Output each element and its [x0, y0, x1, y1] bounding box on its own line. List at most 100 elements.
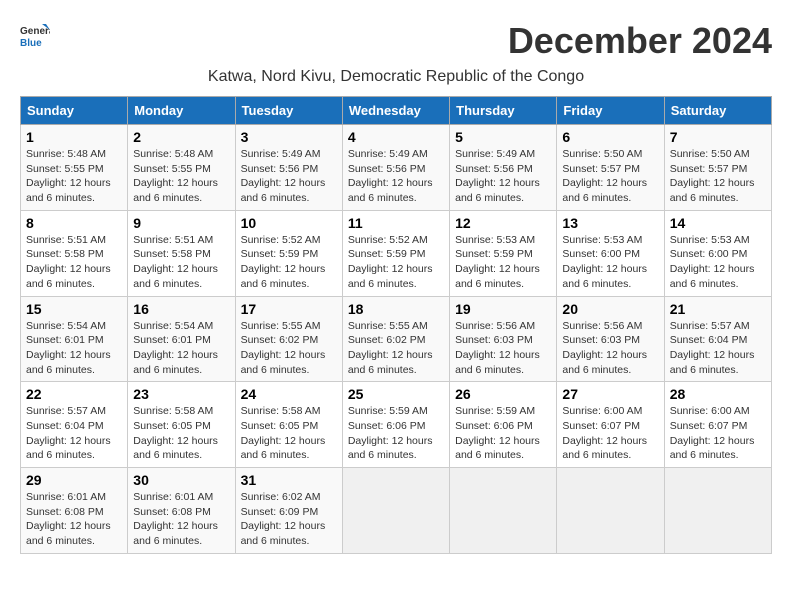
day-number: 19 — [455, 301, 551, 317]
day-detail: Sunrise: 5:50 AMSunset: 5:57 PMDaylight:… — [562, 147, 658, 206]
day-number: 1 — [26, 129, 122, 145]
calendar-cell: 14 Sunrise: 5:53 AMSunset: 6:00 PMDaylig… — [664, 210, 771, 296]
calendar-cell: 13 Sunrise: 5:53 AMSunset: 6:00 PMDaylig… — [557, 210, 664, 296]
day-number: 23 — [133, 386, 229, 402]
calendar-cell — [342, 468, 449, 554]
logo: General Blue — [20, 20, 50, 50]
svg-text:General: General — [20, 26, 50, 37]
day-number: 21 — [670, 301, 766, 317]
calendar-cell: 23 Sunrise: 5:58 AMSunset: 6:05 PMDaylig… — [128, 382, 235, 468]
day-detail: Sunrise: 5:59 AMSunset: 6:06 PMDaylight:… — [455, 404, 551, 463]
day-of-week-header: Saturday — [664, 97, 771, 125]
calendar-cell: 29 Sunrise: 6:01 AMSunset: 6:08 PMDaylig… — [21, 468, 128, 554]
calendar-table: SundayMondayTuesdayWednesdayThursdayFrid… — [20, 96, 772, 554]
day-detail: Sunrise: 5:51 AMSunset: 5:58 PMDaylight:… — [26, 233, 122, 292]
calendar-cell — [450, 468, 557, 554]
day-number: 4 — [348, 129, 444, 145]
day-detail: Sunrise: 6:00 AMSunset: 6:07 PMDaylight:… — [670, 404, 766, 463]
day-detail: Sunrise: 5:49 AMSunset: 5:56 PMDaylight:… — [348, 147, 444, 206]
day-detail: Sunrise: 6:01 AMSunset: 6:08 PMDaylight:… — [26, 490, 122, 549]
day-number: 7 — [670, 129, 766, 145]
day-number: 25 — [348, 386, 444, 402]
location-title: Katwa, Nord Kivu, Democratic Republic of… — [20, 68, 772, 86]
day-number: 15 — [26, 301, 122, 317]
day-detail: Sunrise: 5:53 AMSunset: 5:59 PMDaylight:… — [455, 233, 551, 292]
day-detail: Sunrise: 5:53 AMSunset: 6:00 PMDaylight:… — [562, 233, 658, 292]
day-detail: Sunrise: 5:57 AMSunset: 6:04 PMDaylight:… — [26, 404, 122, 463]
day-of-week-header: Thursday — [450, 97, 557, 125]
calendar-cell: 1 Sunrise: 5:48 AMSunset: 5:55 PMDayligh… — [21, 125, 128, 211]
day-number: 28 — [670, 386, 766, 402]
day-number: 3 — [241, 129, 337, 145]
day-number: 31 — [241, 472, 337, 488]
day-detail: Sunrise: 5:54 AMSunset: 6:01 PMDaylight:… — [26, 319, 122, 378]
calendar-cell: 11 Sunrise: 5:52 AMSunset: 5:59 PMDaylig… — [342, 210, 449, 296]
calendar-cell: 7 Sunrise: 5:50 AMSunset: 5:57 PMDayligh… — [664, 125, 771, 211]
calendar-cell: 4 Sunrise: 5:49 AMSunset: 5:56 PMDayligh… — [342, 125, 449, 211]
day-number: 24 — [241, 386, 337, 402]
month-title: December 2024 — [508, 20, 772, 62]
calendar-cell: 27 Sunrise: 6:00 AMSunset: 6:07 PMDaylig… — [557, 382, 664, 468]
calendar-cell: 12 Sunrise: 5:53 AMSunset: 5:59 PMDaylig… — [450, 210, 557, 296]
day-detail: Sunrise: 5:56 AMSunset: 6:03 PMDaylight:… — [562, 319, 658, 378]
day-of-week-header: Wednesday — [342, 97, 449, 125]
calendar-cell: 6 Sunrise: 5:50 AMSunset: 5:57 PMDayligh… — [557, 125, 664, 211]
day-number: 27 — [562, 386, 658, 402]
day-detail: Sunrise: 6:02 AMSunset: 6:09 PMDaylight:… — [241, 490, 337, 549]
calendar-cell: 25 Sunrise: 5:59 AMSunset: 6:06 PMDaylig… — [342, 382, 449, 468]
calendar-cell — [664, 468, 771, 554]
day-number: 29 — [26, 472, 122, 488]
day-detail: Sunrise: 5:58 AMSunset: 6:05 PMDaylight:… — [133, 404, 229, 463]
day-number: 11 — [348, 215, 444, 231]
svg-text:Blue: Blue — [20, 38, 42, 49]
day-detail: Sunrise: 5:56 AMSunset: 6:03 PMDaylight:… — [455, 319, 551, 378]
day-detail: Sunrise: 5:51 AMSunset: 5:58 PMDaylight:… — [133, 233, 229, 292]
day-number: 13 — [562, 215, 658, 231]
calendar-cell: 17 Sunrise: 5:55 AMSunset: 6:02 PMDaylig… — [235, 296, 342, 382]
day-detail: Sunrise: 5:49 AMSunset: 5:56 PMDaylight:… — [455, 147, 551, 206]
day-of-week-header: Tuesday — [235, 97, 342, 125]
day-detail: Sunrise: 5:50 AMSunset: 5:57 PMDaylight:… — [670, 147, 766, 206]
calendar-cell: 18 Sunrise: 5:55 AMSunset: 6:02 PMDaylig… — [342, 296, 449, 382]
day-number: 16 — [133, 301, 229, 317]
day-number: 8 — [26, 215, 122, 231]
calendar-cell: 16 Sunrise: 5:54 AMSunset: 6:01 PMDaylig… — [128, 296, 235, 382]
calendar-cell: 3 Sunrise: 5:49 AMSunset: 5:56 PMDayligh… — [235, 125, 342, 211]
day-detail: Sunrise: 5:52 AMSunset: 5:59 PMDaylight:… — [241, 233, 337, 292]
day-number: 2 — [133, 129, 229, 145]
calendar-cell: 19 Sunrise: 5:56 AMSunset: 6:03 PMDaylig… — [450, 296, 557, 382]
calendar-cell: 22 Sunrise: 5:57 AMSunset: 6:04 PMDaylig… — [21, 382, 128, 468]
calendar-cell: 26 Sunrise: 5:59 AMSunset: 6:06 PMDaylig… — [450, 382, 557, 468]
day-number: 22 — [26, 386, 122, 402]
day-detail: Sunrise: 5:59 AMSunset: 6:06 PMDaylight:… — [348, 404, 444, 463]
calendar-cell: 15 Sunrise: 5:54 AMSunset: 6:01 PMDaylig… — [21, 296, 128, 382]
day-detail: Sunrise: 5:55 AMSunset: 6:02 PMDaylight:… — [241, 319, 337, 378]
calendar-cell: 9 Sunrise: 5:51 AMSunset: 5:58 PMDayligh… — [128, 210, 235, 296]
day-number: 5 — [455, 129, 551, 145]
calendar-cell: 31 Sunrise: 6:02 AMSunset: 6:09 PMDaylig… — [235, 468, 342, 554]
day-number: 10 — [241, 215, 337, 231]
day-detail: Sunrise: 5:52 AMSunset: 5:59 PMDaylight:… — [348, 233, 444, 292]
day-number: 9 — [133, 215, 229, 231]
day-of-week-header: Sunday — [21, 97, 128, 125]
day-number: 6 — [562, 129, 658, 145]
day-number: 12 — [455, 215, 551, 231]
day-number: 18 — [348, 301, 444, 317]
day-detail: Sunrise: 6:00 AMSunset: 6:07 PMDaylight:… — [562, 404, 658, 463]
day-detail: Sunrise: 5:55 AMSunset: 6:02 PMDaylight:… — [348, 319, 444, 378]
day-number: 17 — [241, 301, 337, 317]
day-detail: Sunrise: 5:48 AMSunset: 5:55 PMDaylight:… — [26, 147, 122, 206]
day-number: 20 — [562, 301, 658, 317]
day-detail: Sunrise: 5:57 AMSunset: 6:04 PMDaylight:… — [670, 319, 766, 378]
day-number: 26 — [455, 386, 551, 402]
calendar-cell: 21 Sunrise: 5:57 AMSunset: 6:04 PMDaylig… — [664, 296, 771, 382]
calendar-cell: 5 Sunrise: 5:49 AMSunset: 5:56 PMDayligh… — [450, 125, 557, 211]
day-detail: Sunrise: 5:58 AMSunset: 6:05 PMDaylight:… — [241, 404, 337, 463]
day-detail: Sunrise: 6:01 AMSunset: 6:08 PMDaylight:… — [133, 490, 229, 549]
calendar-cell: 2 Sunrise: 5:48 AMSunset: 5:55 PMDayligh… — [128, 125, 235, 211]
calendar-cell: 28 Sunrise: 6:00 AMSunset: 6:07 PMDaylig… — [664, 382, 771, 468]
calendar-cell: 8 Sunrise: 5:51 AMSunset: 5:58 PMDayligh… — [21, 210, 128, 296]
day-number: 14 — [670, 215, 766, 231]
day-detail: Sunrise: 5:49 AMSunset: 5:56 PMDaylight:… — [241, 147, 337, 206]
day-number: 30 — [133, 472, 229, 488]
